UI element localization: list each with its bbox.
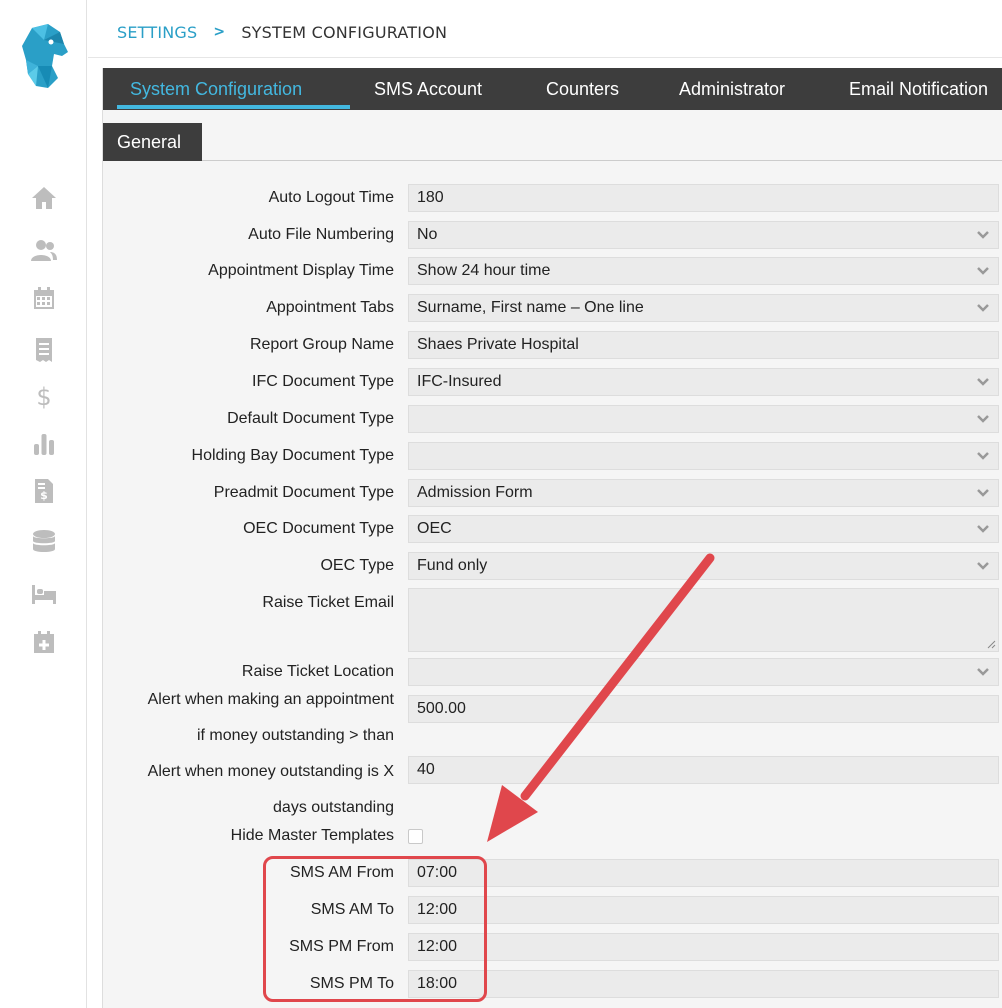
auto-logout-time-value: 180 [417, 189, 444, 206]
appointment-tabs-select[interactable]: Surname, First name – One line [408, 294, 999, 322]
alert-days-outstanding-label-line2: days outstanding [273, 799, 394, 816]
app-logo [22, 24, 68, 88]
oec-document-type-select[interactable]: OEC [408, 515, 999, 543]
appointment-tabs-value: Surname, First name – One line [417, 299, 644, 316]
alert-days-outstanding-label: Alert when money outstanding is X days o… [148, 758, 394, 821]
chevron-down-icon [968, 553, 998, 579]
resize-handle-icon[interactable] [987, 640, 996, 649]
oec-document-type-label: OEC Document Type [243, 520, 394, 537]
appointment-display-time-select[interactable]: Show 24 hour time [408, 257, 999, 285]
alert-money-outstanding-label: Alert when making an appointment if mone… [148, 686, 394, 749]
users-icon[interactable] [27, 235, 61, 265]
raise-ticket-email-label: Raise Ticket Email [262, 594, 394, 611]
preadmit-document-type-value: Admission Form [417, 484, 533, 501]
raise-ticket-location-select[interactable] [408, 658, 999, 686]
bed-icon[interactable] [27, 578, 61, 608]
raise-ticket-location-label: Raise Ticket Location [241, 663, 394, 680]
dollar-icon[interactable]: $ [27, 380, 61, 410]
chevron-down-icon [968, 480, 998, 506]
sms-pm-to-input[interactable]: 18:00 [408, 970, 999, 998]
preadmit-document-type-label: Preadmit Document Type [213, 484, 394, 501]
sms-am-to-input[interactable]: 12:00 [408, 896, 999, 924]
chevron-down-icon [968, 516, 998, 542]
default-document-type-label: Default Document Type [227, 410, 394, 427]
sms-pm-from-input[interactable]: 12:00 [408, 933, 999, 961]
chevron-down-icon [968, 222, 998, 248]
breadcrumb-separator: > [213, 24, 226, 40]
alert-money-outstanding-label-line2: if money outstanding > than [196, 727, 394, 744]
home-icon[interactable] [27, 183, 61, 213]
bar-chart-icon[interactable] [27, 429, 61, 459]
chevron-down-icon [968, 369, 998, 395]
chevron-down-icon [968, 258, 998, 284]
auto-file-numbering-label: Auto File Numbering [248, 226, 394, 243]
ifc-document-type-select[interactable]: IFC-Insured [408, 368, 999, 396]
auto-logout-time-label: Auto Logout Time [268, 189, 394, 206]
tab-administrator[interactable]: Administrator [679, 68, 785, 110]
auto-logout-time-input[interactable]: 180 [408, 184, 999, 212]
appointment-tabs-label: Appointment Tabs [266, 299, 394, 316]
appointment-display-time-label: Appointment Display Time [208, 262, 394, 279]
auto-file-numbering-select[interactable]: No [408, 221, 999, 249]
tab-email-notification[interactable]: Email Notification [849, 68, 988, 110]
receipt-icon[interactable] [27, 335, 61, 365]
breadcrumb-settings-link[interactable]: SETTINGS [117, 23, 197, 42]
oec-type-value: Fund only [417, 557, 488, 574]
oec-type-select[interactable]: Fund only [408, 552, 999, 580]
tab-sms-account[interactable]: SMS Account [374, 68, 482, 110]
alert-days-outstanding-input[interactable]: 40 [408, 756, 999, 784]
breadcrumb-current: SYSTEM CONFIGURATION [241, 22, 448, 42]
subtab-general[interactable]: General [103, 123, 202, 161]
chevron-down-icon [968, 443, 998, 469]
hide-master-templates-checkbox[interactable] [408, 829, 423, 844]
auto-file-numbering-value: No [417, 226, 438, 243]
tab-counters[interactable]: Counters [546, 68, 619, 110]
subtab-bar: General [103, 123, 1002, 161]
ifc-document-type-label: IFC Document Type [252, 373, 394, 390]
header-divider [88, 57, 1002, 58]
svg-text:$: $ [36, 383, 51, 409]
sidebar: $ $ [0, 0, 87, 1008]
raise-ticket-email-textarea[interactable] [408, 588, 999, 652]
tab-system-configuration[interactable]: System Configuration [130, 68, 302, 110]
alert-money-outstanding-label-line1: Alert when making an appointment [147, 691, 394, 708]
alert-days-outstanding-label-line1: Alert when money outstanding is X [147, 763, 394, 780]
calendar-plus-icon[interactable] [27, 627, 61, 657]
holding-bay-document-type-select[interactable] [408, 442, 999, 470]
invoice-icon[interactable]: $ [27, 476, 61, 506]
ifc-document-type-value: IFC-Insured [417, 373, 502, 390]
annotation-highlight-box [263, 856, 487, 1002]
chevron-down-icon [968, 406, 998, 432]
report-group-name-label: Report Group Name [249, 336, 394, 353]
report-group-name-value: Shaes Private Hospital [417, 336, 579, 353]
breadcrumb: SETTINGS > SYSTEM CONFIGURATION [117, 19, 447, 45]
main-content: System Configuration SMS Account Counter… [102, 68, 1002, 1008]
alert-money-outstanding-value: 500.00 [417, 700, 466, 717]
preadmit-document-type-select[interactable]: Admission Form [408, 479, 999, 507]
alert-days-outstanding-value: 40 [417, 761, 435, 778]
calendar-icon[interactable] [27, 283, 61, 313]
appointment-display-time-value: Show 24 hour time [417, 262, 551, 279]
oec-type-label: OEC Type [320, 557, 394, 574]
oec-document-type-value: OEC [417, 520, 452, 537]
default-document-type-select[interactable] [408, 405, 999, 433]
hide-master-templates-label: Hide Master Templates [230, 827, 394, 844]
holding-bay-document-type-label: Holding Bay Document Type [191, 447, 394, 464]
chevron-down-icon [968, 659, 998, 685]
chevron-down-icon [968, 295, 998, 321]
alert-money-outstanding-input[interactable]: 500.00 [408, 695, 999, 723]
sms-am-from-input[interactable]: 07:00 [408, 859, 999, 887]
active-tab-indicator [117, 105, 350, 109]
svg-text:$: $ [40, 489, 48, 502]
report-group-name-input[interactable]: Shaes Private Hospital [408, 331, 999, 359]
database-icon[interactable] [27, 527, 61, 557]
tab-bar: System Configuration SMS Account Counter… [103, 68, 1002, 110]
